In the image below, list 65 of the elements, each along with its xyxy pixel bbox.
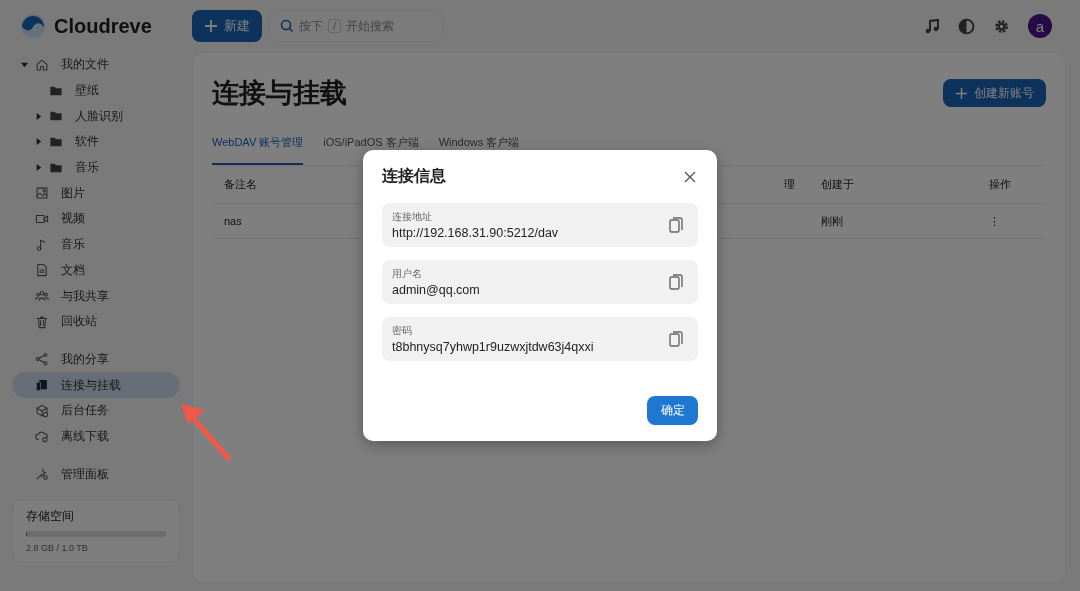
folder-item[interactable]: 人脸识别 bbox=[12, 103, 180, 130]
table-cell-text: nas bbox=[223, 215, 242, 227]
more-button[interactable]: ⋮ bbox=[977, 214, 1000, 228]
cube-clock-icon bbox=[35, 403, 49, 418]
field-value: http://192.168.31.90:5212/dav bbox=[392, 226, 560, 240]
column-header: 备注名 bbox=[223, 177, 257, 192]
storage-title: 存储空间 bbox=[26, 508, 75, 525]
column-header: 创建于 bbox=[820, 177, 854, 192]
folder-item[interactable]: 音乐 bbox=[12, 154, 180, 181]
caret-right-icon[interactable] bbox=[34, 137, 43, 147]
sidebar-item[interactable]: 连接与挂载 bbox=[12, 372, 180, 398]
field-value: t8bhnysq7yhwp1r9uzwxjtdw63j4qxxi bbox=[392, 340, 595, 354]
page-title: 连接与挂载 bbox=[212, 77, 347, 110]
share-icon bbox=[35, 352, 49, 367]
column-header: 理 bbox=[783, 177, 796, 192]
sidebar-item[interactable]: 回收站 bbox=[12, 308, 180, 335]
create-account-button[interactable]: 创建新账号 bbox=[943, 79, 1046, 107]
music-note-icon[interactable] bbox=[924, 18, 940, 34]
logo-icon bbox=[20, 13, 46, 39]
caret-right-icon[interactable] bbox=[34, 111, 43, 121]
folder-item[interactable]: 壁纸 bbox=[12, 77, 180, 104]
copy-icon[interactable] bbox=[668, 330, 684, 348]
storage-reading: 2.8 GB / 1.0 TB bbox=[26, 543, 89, 553]
field-label: 连接地址 bbox=[392, 210, 433, 224]
column-header: 操作 bbox=[988, 177, 1011, 192]
sidebar-item[interactable]: 视频 bbox=[12, 206, 180, 232]
contrast-icon[interactable] bbox=[958, 17, 975, 35]
plus-icon bbox=[955, 86, 968, 100]
caret-down-icon[interactable] bbox=[20, 60, 29, 70]
folder-item[interactable]: 软件 bbox=[12, 129, 180, 155]
home-icon bbox=[35, 57, 49, 72]
field-value: admin@qq.com bbox=[392, 283, 481, 297]
new-button[interactable]: 新建 bbox=[192, 10, 262, 42]
tab[interactable]: WebDAV 账号管理 bbox=[212, 129, 304, 165]
sidebar-item[interactable]: 后台任务 bbox=[12, 397, 180, 424]
search-icon bbox=[280, 19, 294, 33]
document-icon bbox=[35, 263, 49, 278]
tab[interactable]: Windows 客户端 bbox=[438, 129, 520, 165]
sidebar-item[interactable]: 管理面板 bbox=[12, 461, 180, 487]
sidebar-item[interactable]: 与我共享 bbox=[12, 283, 180, 309]
plus-icon bbox=[204, 19, 218, 33]
devices-icon bbox=[35, 378, 49, 393]
table-cell-text: 刚刚 bbox=[820, 213, 843, 229]
image-icon bbox=[35, 186, 49, 201]
copy-icon[interactable] bbox=[668, 216, 684, 234]
sidebar-item[interactable]: 我的分享 bbox=[12, 346, 180, 373]
tab[interactable]: iOS/iPadOS 客户端 bbox=[323, 129, 419, 165]
app-name: Cloudreve bbox=[54, 14, 152, 38]
trash-icon bbox=[35, 314, 49, 329]
sidebar-item[interactable]: 文档 bbox=[12, 257, 180, 284]
user-avatar[interactable]: a bbox=[1028, 14, 1052, 38]
settings-icon[interactable] bbox=[993, 17, 1010, 35]
sidebar-item[interactable]: 我的文件 bbox=[12, 52, 180, 78]
shortcut-key: / bbox=[328, 19, 342, 33]
field-label: 用户名 bbox=[392, 267, 423, 281]
dialog-title: 连接信息 bbox=[382, 166, 446, 186]
cloud-download-icon bbox=[35, 429, 49, 444]
ok-button[interactable]: 确定 bbox=[647, 396, 698, 425]
sidebar-item[interactable]: 音乐 bbox=[12, 231, 180, 258]
field-label: 密码 bbox=[392, 324, 413, 338]
copy-icon[interactable] bbox=[668, 273, 684, 291]
caret-right-icon[interactable] bbox=[34, 163, 43, 173]
sidebar-item[interactable]: 图片 bbox=[12, 180, 180, 207]
people-icon bbox=[35, 289, 49, 304]
sidebar-item[interactable]: 离线下载 bbox=[12, 423, 180, 450]
